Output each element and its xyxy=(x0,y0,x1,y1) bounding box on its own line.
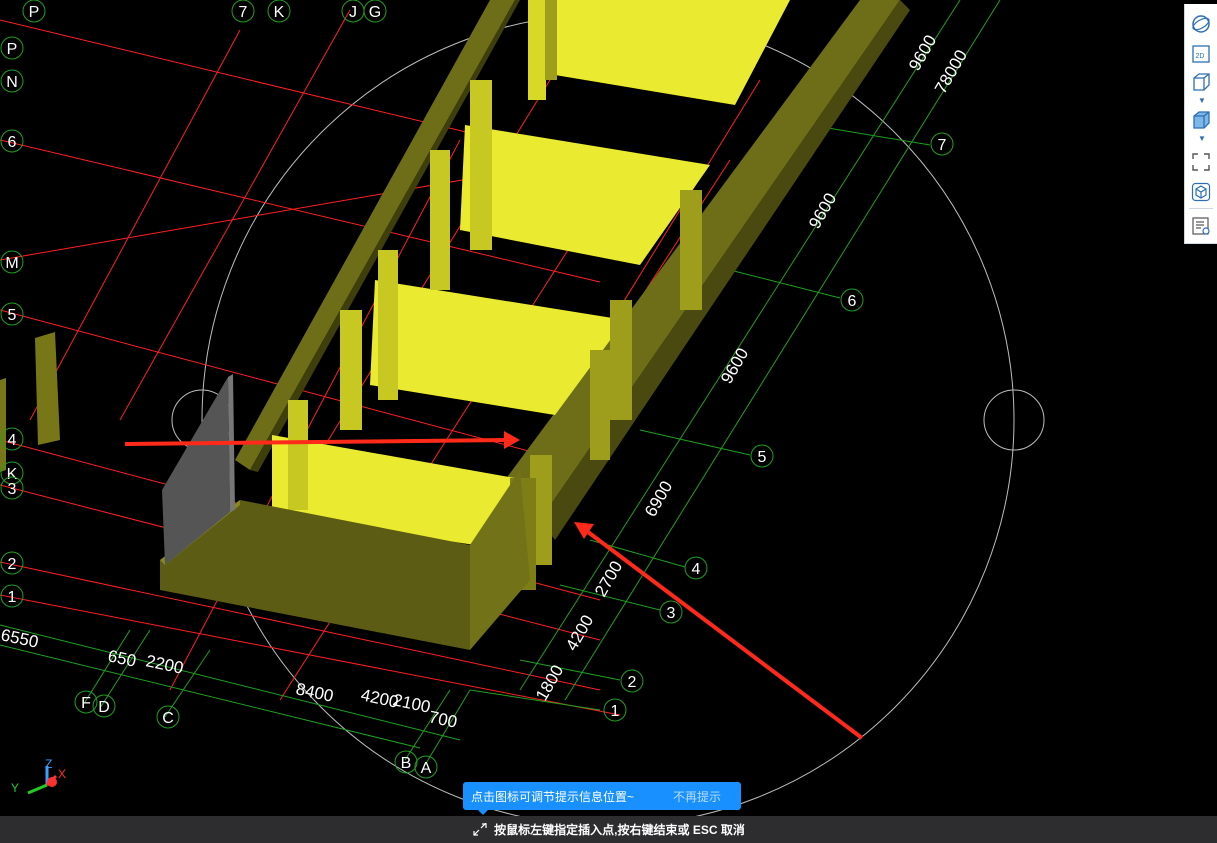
axis-label: 5 xyxy=(758,449,767,466)
building-model[interactable] xyxy=(0,0,910,650)
axis-label: F xyxy=(81,695,91,712)
axis-label: 5 xyxy=(8,307,17,324)
insert-point-icon xyxy=(473,822,487,836)
axis-label: 3 xyxy=(8,481,17,498)
y-axis-label: Y xyxy=(11,781,19,795)
axis-label: N xyxy=(6,74,18,91)
axis-label: D xyxy=(98,699,110,716)
dimension-label: 700 xyxy=(427,707,459,731)
dimension-label: 2200 xyxy=(144,651,185,677)
orbit-icon[interactable] xyxy=(1189,12,1213,36)
view-2d-label: 2D xyxy=(1196,53,1205,60)
axis-label: 2 xyxy=(628,674,637,691)
view-3d-box-icon[interactable] xyxy=(1189,70,1213,94)
hint-tooltip[interactable]: 点击图标可调节提示信息位置~ 不再提示 xyxy=(463,782,741,810)
axis-label: 4 xyxy=(692,561,701,578)
tooltip-pointer xyxy=(478,810,488,815)
properties-icon[interactable] xyxy=(1189,214,1213,238)
axis-label: 2 xyxy=(8,556,17,573)
command-status-bar: 按鼠标左键指定插入点,按右键结束或 ESC 取消 xyxy=(0,816,1217,843)
dimension-label: 6900 xyxy=(641,478,676,520)
axis-label: P xyxy=(29,4,40,21)
axis-label: 4 xyxy=(8,432,17,449)
axis-label: G xyxy=(369,4,381,21)
axis-label: B xyxy=(401,755,412,772)
axis-label: 6 xyxy=(848,293,857,310)
zoom-extent-icon[interactable] xyxy=(1189,150,1213,174)
axis-label: P xyxy=(7,41,18,58)
axis-label: 3 xyxy=(667,605,676,622)
view-toolbar: 2D ▼ ▼ xyxy=(1184,4,1217,244)
dimension-label: 9600 xyxy=(717,345,752,387)
axis-label: 7 xyxy=(938,137,947,154)
x-axis-label: X xyxy=(58,767,66,781)
axis-label: 6 xyxy=(8,134,17,151)
dont-show-again-link[interactable]: 不再提示 xyxy=(673,788,721,805)
view-3d-solid-icon[interactable] xyxy=(1189,108,1213,132)
axis-label: 1 xyxy=(8,589,17,606)
dimension-label: 650 xyxy=(106,646,138,670)
status-prompt: 按鼠标左键指定插入点,按右键结束或 ESC 取消 xyxy=(494,823,745,837)
axis-label: 7 xyxy=(239,4,248,21)
dimension-label: 78000 xyxy=(931,47,971,97)
cube-view-icon[interactable] xyxy=(1189,180,1213,204)
axis-label: 1 xyxy=(611,703,620,720)
chevron-down-icon[interactable]: ▼ xyxy=(1198,135,1206,143)
axis-label: K xyxy=(274,4,285,21)
axis-label: A xyxy=(421,760,432,777)
axis-label: J xyxy=(349,4,357,21)
axis-label: M xyxy=(5,255,18,272)
hint-message: 点击图标可调节提示信息位置~ xyxy=(471,789,635,804)
dimension-label: 8400 xyxy=(294,679,335,705)
dimension-label: 9600 xyxy=(905,32,940,74)
dimension-label: 6550 xyxy=(0,625,40,651)
dimension-label: 2700 xyxy=(591,558,626,600)
chevron-down-icon[interactable]: ▼ xyxy=(1198,97,1206,105)
dimension-label: 4200 xyxy=(562,612,597,654)
axis-triad: Z Y X xyxy=(11,757,66,795)
dimension-label: 2100 xyxy=(391,690,432,716)
axis-label: C xyxy=(162,710,174,727)
toolbar-divider xyxy=(1189,208,1213,209)
3d-model-viewport[interactable]: P 7 K J G P N 6 M 5 4 K 3 2 1 7 6 5 4 3 … xyxy=(0,0,1217,816)
z-axis-label: Z xyxy=(45,757,52,771)
view-2d-icon[interactable]: 2D xyxy=(1189,42,1213,66)
